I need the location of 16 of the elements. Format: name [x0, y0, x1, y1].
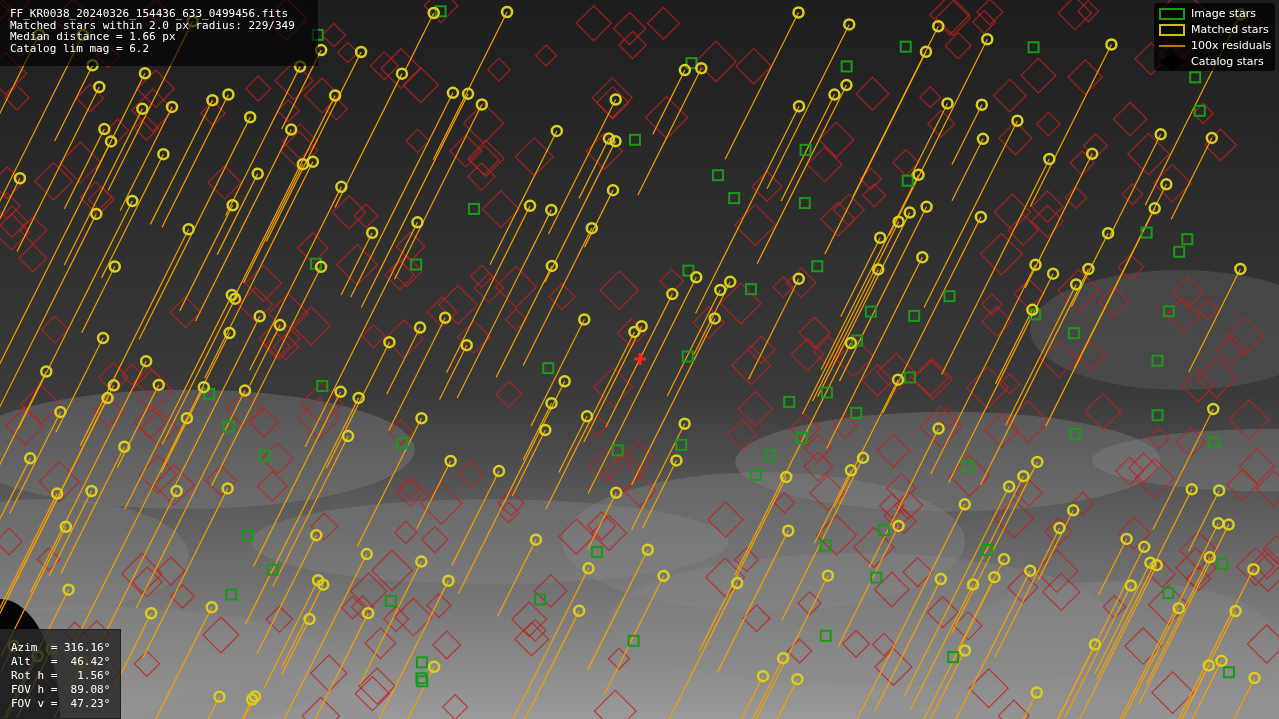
info-text: Catalog lim mag = 6.2: [10, 42, 151, 54]
info-text: Matched stars within 2.0 px radius: 229/349: [10, 19, 296, 31]
pointing-text: Alt = 46.42°: [11, 655, 110, 669]
pointing-text: Azim = 316.16°: [11, 641, 110, 655]
info-text: Median distance = 1.66 px: [10, 31, 176, 43]
line-icon: [1159, 44, 1185, 48]
square-icon: [1159, 8, 1185, 20]
pointing-text: Rot h = 1.56°: [11, 669, 110, 683]
legend-label: 100x residuals: [1191, 37, 1272, 54]
pointing-text: FOV v = 47.23°: [11, 697, 110, 711]
legend-label: Image stars: [1191, 5, 1256, 22]
info-text: FF_KR0038_20240326_154436_633_0499456.fits: [10, 8, 290, 20]
pointing-text: FOV h = 89.08°: [11, 683, 110, 697]
legend-label: Matched stars: [1191, 21, 1269, 38]
legend-label: Catalog stars: [1191, 53, 1264, 70]
square-icon: [1159, 24, 1185, 36]
